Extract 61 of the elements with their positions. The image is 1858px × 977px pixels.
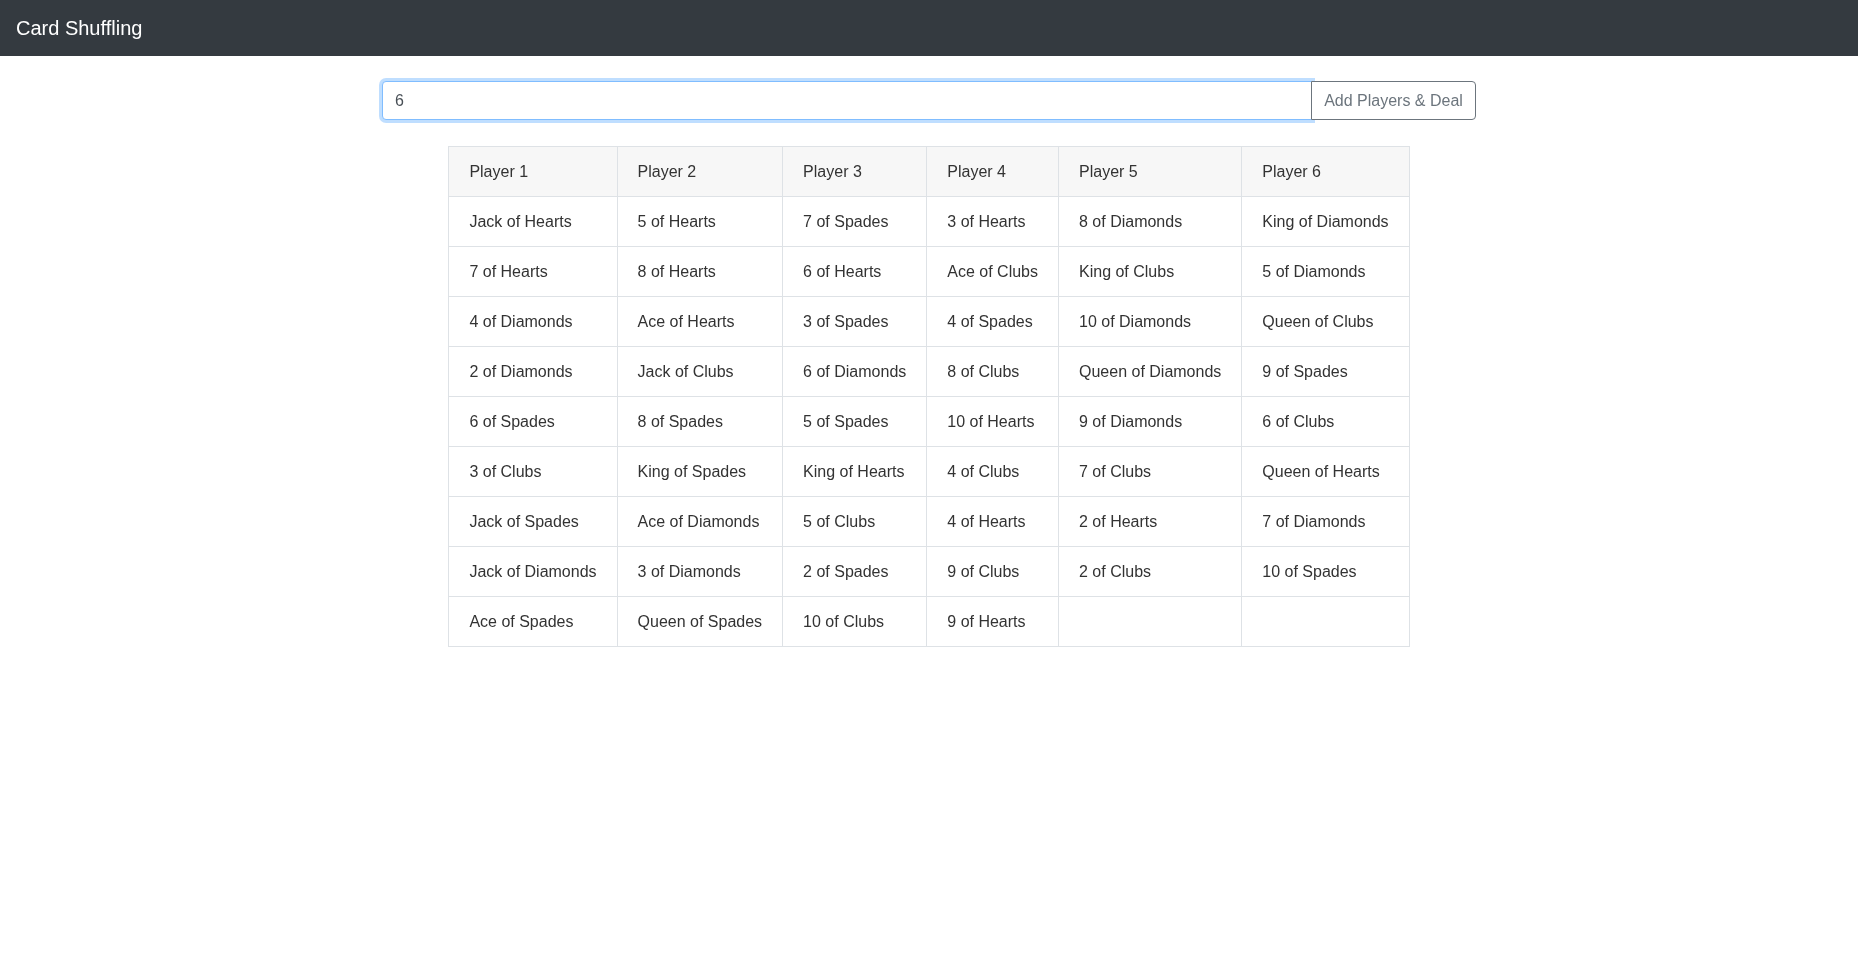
card-cell: 4 of Spades bbox=[926, 296, 1059, 347]
card-cell: 5 of Diamonds bbox=[1241, 246, 1410, 297]
card-cell: 6 of Hearts bbox=[782, 246, 927, 297]
card-cell: 2 of Diamonds bbox=[448, 346, 618, 397]
app-title[interactable]: Card Shuffling bbox=[16, 16, 143, 40]
card-cell: 5 of Spades bbox=[782, 396, 927, 447]
card-cell: 8 of Clubs bbox=[926, 346, 1059, 397]
column-header: Player 6 bbox=[1241, 146, 1410, 197]
card-cell: 10 of Clubs bbox=[782, 596, 927, 647]
card-cell: 2 of Spades bbox=[782, 546, 927, 597]
card-cell: 5 of Hearts bbox=[617, 196, 783, 247]
card-cell: 6 of Clubs bbox=[1241, 396, 1410, 447]
card-cell: 10 of Hearts bbox=[926, 396, 1059, 447]
card-cell: 8 of Spades bbox=[617, 396, 783, 447]
card-cell: Jack of Diamonds bbox=[448, 546, 618, 597]
card-cell: Ace of Hearts bbox=[617, 296, 783, 347]
card-cell: Jack of Spades bbox=[448, 496, 618, 547]
card-cell: 2 of Hearts bbox=[1058, 496, 1242, 547]
card-cell: King of Spades bbox=[617, 446, 783, 497]
card-cell: Ace of Clubs bbox=[926, 246, 1059, 297]
card-cell: 4 of Clubs bbox=[926, 446, 1059, 497]
card-cell: 10 of Spades bbox=[1241, 546, 1410, 597]
card-cell: 9 of Clubs bbox=[926, 546, 1059, 597]
card-cell: 7 of Clubs bbox=[1058, 446, 1242, 497]
card-cell: 6 of Spades bbox=[448, 396, 618, 447]
card-cell: Jack of Hearts bbox=[448, 196, 618, 247]
card-cell: 5 of Clubs bbox=[782, 496, 927, 547]
card-cell: 2 of Clubs bbox=[1058, 546, 1242, 597]
card-cell: 7 of Hearts bbox=[448, 246, 618, 297]
card-cell: Queen of Clubs bbox=[1241, 296, 1410, 347]
card-cell: 9 of Hearts bbox=[926, 596, 1059, 647]
card-cell: Jack of Clubs bbox=[617, 346, 783, 397]
card-cell: 3 of Hearts bbox=[926, 196, 1059, 247]
card-cell: Queen of Diamonds bbox=[1058, 346, 1242, 397]
card-cell: Queen of Hearts bbox=[1241, 446, 1410, 497]
card-cell: Ace of Diamonds bbox=[617, 496, 783, 547]
card-cell: 3 of Spades bbox=[782, 296, 927, 347]
card-cell: 8 of Hearts bbox=[617, 246, 783, 297]
column-header: Player 1 bbox=[448, 146, 618, 197]
card-cell: 3 of Diamonds bbox=[617, 546, 783, 597]
column-header: Player 5 bbox=[1058, 146, 1242, 197]
card-cell: 10 of Diamonds bbox=[1058, 296, 1242, 347]
add-players-deal-button[interactable]: Add Players & Deal bbox=[1311, 81, 1476, 120]
card-cell: 6 of Diamonds bbox=[782, 346, 927, 397]
card-cell: 3 of Clubs bbox=[448, 446, 618, 497]
card-cell: 4 of Diamonds bbox=[448, 296, 618, 347]
card-cell: Queen of Spades bbox=[617, 596, 783, 647]
column-header: Player 3 bbox=[782, 146, 927, 197]
card-cell: 7 of Diamonds bbox=[1241, 496, 1410, 547]
card-cell: King of Diamonds bbox=[1241, 196, 1410, 247]
card-cell: 8 of Diamonds bbox=[1058, 196, 1242, 247]
card-cell: 9 of Diamonds bbox=[1058, 396, 1242, 447]
column-header: Player 2 bbox=[617, 146, 783, 197]
card-cell: King of Hearts bbox=[782, 446, 927, 497]
column-header: Player 4 bbox=[926, 146, 1059, 197]
card-cell: Ace of Spades bbox=[448, 596, 618, 647]
card-cell: King of Clubs bbox=[1058, 246, 1242, 297]
card-cell: 4 of Hearts bbox=[926, 496, 1059, 547]
player-count-input[interactable]: 6 bbox=[382, 81, 1312, 120]
card-cell: 7 of Spades bbox=[782, 196, 927, 247]
card-cell: 9 of Spades bbox=[1241, 346, 1410, 397]
